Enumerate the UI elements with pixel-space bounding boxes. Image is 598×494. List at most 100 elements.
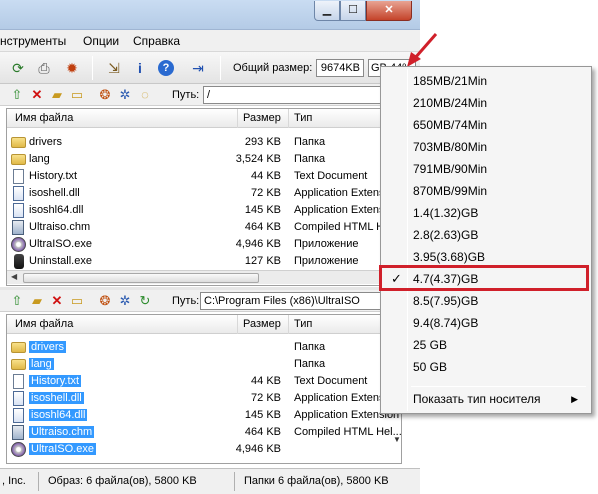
bottom-pane-toolbar: ⇧ ▰ ✕ ▭ ❂ ✲ ↻ Путь: C:\Program Files (x8… xyxy=(0,290,420,312)
add-files-icon[interactable]: ❂ xyxy=(96,292,114,310)
menu-item-media-size[interactable]: 25 GB xyxy=(384,334,588,356)
refresh-icon[interactable]: ↻ xyxy=(136,292,154,310)
file-row[interactable]: isoshl64.dll 145 KB Application Extension xyxy=(7,407,401,424)
column-divider[interactable] xyxy=(237,109,238,128)
menu-tools[interactable]: нструменты xyxy=(0,34,66,48)
file-size: 145 KB xyxy=(244,409,281,421)
info-icon[interactable]: i xyxy=(130,58,150,78)
column-type[interactable]: Тип xyxy=(294,112,312,124)
rename-icon[interactable]: ▭ xyxy=(68,86,86,104)
file-row[interactable]: Ultraiso.chm 464 KB Compiled HTML H xyxy=(7,219,401,236)
file-name: lang xyxy=(29,153,50,165)
menu-item-label: 8.5(7.95)GB xyxy=(413,294,479,308)
file-row[interactable]: drivers Папка xyxy=(7,339,401,356)
column-size[interactable]: Размер xyxy=(243,318,281,330)
export-icon[interactable]: ⇲ xyxy=(104,58,124,78)
menu-item-label: 703MB/80Min xyxy=(413,140,488,154)
column-size[interactable]: Размер xyxy=(243,112,281,124)
file-name: History.txt xyxy=(29,170,78,182)
file-row[interactable]: lang Папка xyxy=(7,356,401,373)
file-row[interactable]: UltraISO.exe 4,946 KB Приложение xyxy=(7,236,401,253)
status-folders: Папки 6 файла(ов), 5800 KB xyxy=(244,475,389,487)
menu-item-media-size[interactable]: 1.4(1.32)GB xyxy=(384,202,588,224)
file-row[interactable]: isoshell.dll 72 KB Application Extens xyxy=(7,185,401,202)
file-row[interactable]: isoshell.dll 72 KB Application Extens xyxy=(7,390,401,407)
file-row[interactable]: Ultraiso.chm 464 KB Compiled HTML Hel... xyxy=(7,424,401,441)
bottom-path-input[interactable]: C:\Program Files (x86)\UltraISO xyxy=(200,292,383,310)
exit-icon[interactable]: ⇥ xyxy=(188,58,208,78)
network-icon[interactable]: ⟳ xyxy=(8,58,28,78)
scroll-down-icon[interactable]: ▼ xyxy=(393,435,401,444)
delete-icon[interactable]: ✕ xyxy=(28,86,46,104)
file-row[interactable]: History.txt 44 KB Text Document xyxy=(7,373,401,390)
up-folder-icon[interactable]: ⇧ xyxy=(8,86,26,104)
minimize-button[interactable]: ▁ xyxy=(314,1,340,21)
menu-item-show-media-type[interactable]: Показать тип носителя ▶ xyxy=(384,388,588,410)
file-size: 72 KB xyxy=(251,392,281,404)
column-name[interactable]: Имя файла xyxy=(15,318,73,330)
file-row[interactable]: History.txt 44 KB Text Document xyxy=(7,168,401,185)
menu-item-media-size[interactable]: 2.8(2.63)GB xyxy=(384,224,588,246)
file-type: Compiled HTML Hel... xyxy=(294,426,402,438)
file-size: 4,946 KB xyxy=(235,443,281,455)
status-bar: , Inc. Образ: 6 файла(ов), 5800 KB Папки… xyxy=(0,468,420,494)
menu-item-media-size[interactable]: 8.5(7.95)GB xyxy=(384,290,588,312)
status-divider xyxy=(38,472,39,491)
file-size: 4,946 KB xyxy=(235,238,281,250)
menu-item-media-size[interactable]: 791MB/90Min xyxy=(384,158,588,180)
media-size-menu[interactable]: 185MB/21Min 210MB/24Min 650MB/74Min 703MB/8… xyxy=(380,66,592,414)
printer-icon[interactable]: ⎙ xyxy=(34,58,54,78)
menu-item-media-size[interactable]: 50 GB xyxy=(384,356,588,378)
column-divider[interactable] xyxy=(288,109,289,128)
delete-icon[interactable]: ✕ xyxy=(48,292,66,310)
rename-icon[interactable]: ▭ xyxy=(68,292,86,310)
top-file-list[interactable]: Имя файла Размер Тип drivers 293 KB Папка l… xyxy=(6,108,402,286)
file-row[interactable]: isoshl64.dll 145 KB Application Extens xyxy=(7,202,401,219)
add-files-icon[interactable]: ❂ xyxy=(96,86,114,104)
disc-icon xyxy=(11,442,26,457)
menu-item-media-size[interactable]: 650MB/74Min xyxy=(384,114,588,136)
new-folder-icon[interactable]: ▰ xyxy=(28,292,46,310)
file-name: UltraISO.exe xyxy=(29,443,96,455)
properties-gear-icon[interactable]: ✲ xyxy=(116,86,134,104)
file-row[interactable]: UltraISO.exe 4,946 KB xyxy=(7,441,401,458)
dll-icon xyxy=(13,391,24,406)
up-folder-icon[interactable]: ⇧ xyxy=(8,292,26,310)
folder-icon xyxy=(11,137,26,148)
menu-item-media-size[interactable]: 185MB/21Min xyxy=(384,70,588,92)
dll-icon xyxy=(13,186,24,201)
top-path-input[interactable]: / xyxy=(203,86,383,104)
file-type: Папка xyxy=(294,341,326,353)
boot-icon[interactable]: ◌ xyxy=(136,86,154,104)
column-divider[interactable] xyxy=(237,315,238,334)
menu-item-media-size[interactable]: 210MB/24Min xyxy=(384,92,588,114)
scrollbar-thumb[interactable] xyxy=(23,273,259,283)
menu-item-media-size[interactable]: 703MB/80Min xyxy=(384,136,588,158)
help-icon[interactable]: ? xyxy=(158,60,174,76)
column-type[interactable]: Тип xyxy=(294,318,312,330)
folder-icon xyxy=(11,154,26,165)
menu-help[interactable]: Справка xyxy=(133,34,180,48)
folder-icon xyxy=(11,359,26,370)
column-name[interactable]: Имя файла xyxy=(15,112,73,124)
file-row[interactable]: Uninstall.exe 127 KB Приложение xyxy=(7,253,401,270)
maximize-button[interactable]: ☐ xyxy=(340,1,366,21)
properties-gear-icon[interactable]: ✲ xyxy=(116,292,134,310)
bottom-file-list[interactable]: Имя файла Размер Тип drivers Папка lang Пап… xyxy=(6,314,402,464)
file-name: isoshl64.dll xyxy=(29,409,88,421)
file-name: isoshl64.dll xyxy=(29,204,84,216)
submenu-arrow-icon: ▶ xyxy=(571,394,578,404)
menu-options[interactable]: Опции xyxy=(83,34,119,48)
column-divider[interactable] xyxy=(288,315,289,334)
menu-item-media-size[interactable]: 870MB/99Min xyxy=(384,180,588,202)
new-folder-icon[interactable]: ▰ xyxy=(48,86,66,104)
file-row[interactable]: lang 3,524 KB Папка xyxy=(7,151,401,168)
file-type: Text Document xyxy=(294,375,368,387)
top-horizontal-scrollbar[interactable]: ◀ xyxy=(7,270,401,284)
scroll-left-icon[interactable]: ◀ xyxy=(11,272,17,281)
disc-icon xyxy=(11,237,26,252)
close-button[interactable]: ✕ xyxy=(366,1,412,21)
file-row[interactable]: drivers 293 KB Папка xyxy=(7,134,401,151)
menu-item-media-size[interactable]: 9.4(8.74)GB xyxy=(384,312,588,334)
burn-icon[interactable]: ✹ xyxy=(62,58,82,78)
